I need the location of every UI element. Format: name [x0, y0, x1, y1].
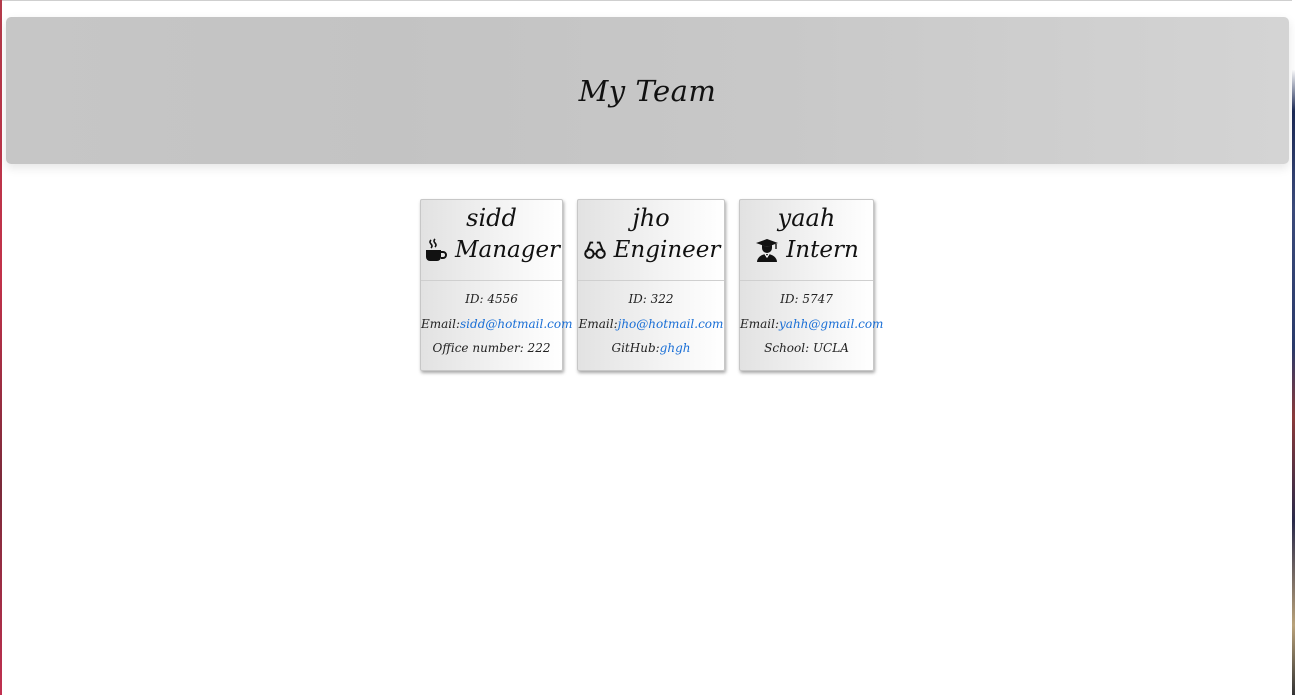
- employee-card-intern: yaah Intern ID: 5747 Email:yahh@gmail.co…: [739, 199, 883, 371]
- card-header: yaah Intern: [740, 200, 873, 281]
- page-header: My Team: [6, 17, 1289, 164]
- card-header: sidd Manager: [421, 200, 562, 281]
- card-details: ID: 4556 Email:sidd@hotmail.com Office n…: [421, 281, 573, 365]
- top-border: [0, 0, 1295, 1]
- employee-role: Intern: [740, 234, 873, 266]
- card-details: ID: 5747 Email:yahh@gmail.com School: UC…: [740, 281, 883, 365]
- card-header: jho Engineer: [578, 200, 724, 281]
- employee-name: sidd: [466, 204, 517, 232]
- email-link[interactable]: sidd@hotmail.com: [460, 317, 572, 331]
- employee-name: yaah: [777, 204, 836, 232]
- employee-email-row: Email:sidd@hotmail.com: [421, 316, 573, 341]
- employee-name: jho: [632, 204, 670, 232]
- employee-card-manager: sidd Manager ID: 4556 Email:sidd@hotmail…: [420, 199, 573, 371]
- employee-id: ID: 5747: [780, 292, 833, 306]
- card-details: ID: 322 Email:jho@hotmail.com GitHub:ghg…: [578, 281, 724, 365]
- employee-role: Manager: [421, 234, 562, 266]
- page-title: My Team: [578, 73, 717, 108]
- email-link[interactable]: yahh@gmail.com: [779, 317, 883, 331]
- glasses-icon: [582, 237, 608, 263]
- email-label: Email:: [421, 316, 461, 331]
- employee-id: ID: 4556: [465, 292, 518, 306]
- role-label: Manager: [454, 237, 561, 263]
- github-link[interactable]: ghgh: [660, 341, 691, 355]
- school: School: UCLA: [764, 341, 849, 355]
- graduate-icon: [754, 237, 780, 263]
- office-number: Office number: 222: [432, 341, 551, 355]
- employee-id: ID: 322: [628, 292, 674, 306]
- employee-card-engineer: jho Engineer ID: 322 Email:jho@hotmail.c…: [577, 199, 725, 371]
- role-label: Intern: [786, 237, 859, 263]
- team-cards: sidd Manager ID: 4556 Email:sidd@hotmail…: [0, 199, 1295, 379]
- github-row: GitHub:ghgh: [578, 340, 724, 365]
- coffee-icon: [423, 237, 449, 263]
- github-label: GitHub:: [611, 341, 660, 355]
- employee-email-row: Email:yahh@gmail.com: [740, 316, 883, 341]
- role-label: Engineer: [613, 237, 721, 263]
- email-label: Email:: [740, 316, 780, 331]
- email-label: Email:: [578, 316, 618, 331]
- email-link[interactable]: jho@hotmail.com: [618, 317, 724, 331]
- employee-role: Engineer: [578, 234, 724, 266]
- employee-email-row: Email:jho@hotmail.com: [578, 316, 724, 341]
